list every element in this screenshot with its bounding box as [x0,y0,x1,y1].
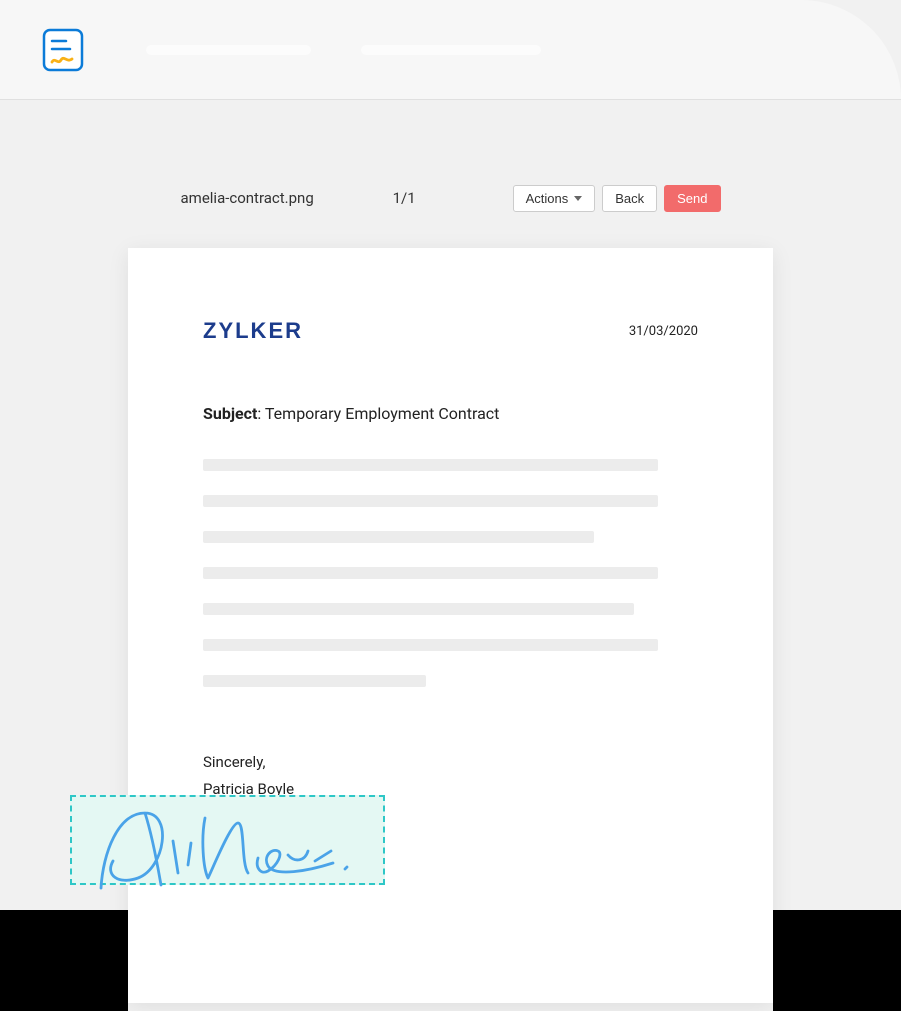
document-header: ZYLKER 31/03/2020 [203,318,698,344]
signature-icon [83,793,373,903]
app-logo-icon [40,27,86,73]
document-date: 31/03/2020 [629,324,698,339]
document-body-placeholder [203,459,698,687]
text-line-placeholder [203,459,658,471]
text-line-placeholder [203,675,426,687]
document-toolbar: amelia-contract.png 1/1 Actions Back Sen… [151,170,751,226]
app-header [0,0,901,100]
back-button[interactable]: Back [602,185,657,212]
actions-dropdown[interactable]: Actions [513,185,596,212]
decorative-block [773,910,901,1011]
company-brand: ZYLKER [203,318,303,344]
text-line-placeholder [203,495,658,507]
header-nav-placeholder [146,45,311,55]
header-nav-placeholder [361,45,541,55]
document-filename: amelia-contract.png [181,189,393,207]
text-line-placeholder [203,531,594,543]
text-line-placeholder [203,603,634,615]
page-counter: 1/1 [393,189,513,207]
text-line-placeholder [203,639,658,651]
send-button[interactable]: Send [664,185,720,212]
closing-text: Sincerely, [203,749,698,776]
chevron-down-icon [574,196,582,201]
subject-line: Subject: Temporary Employment Contract [203,404,698,423]
subject-value: : Temporary Employment Contract [257,404,499,423]
subject-label: Subject [203,404,257,423]
toolbar-buttons: Actions Back Send [513,185,721,212]
actions-label: Actions [526,191,569,206]
text-line-placeholder [203,567,658,579]
signature-field[interactable] [70,795,385,885]
decorative-block [0,910,128,1011]
